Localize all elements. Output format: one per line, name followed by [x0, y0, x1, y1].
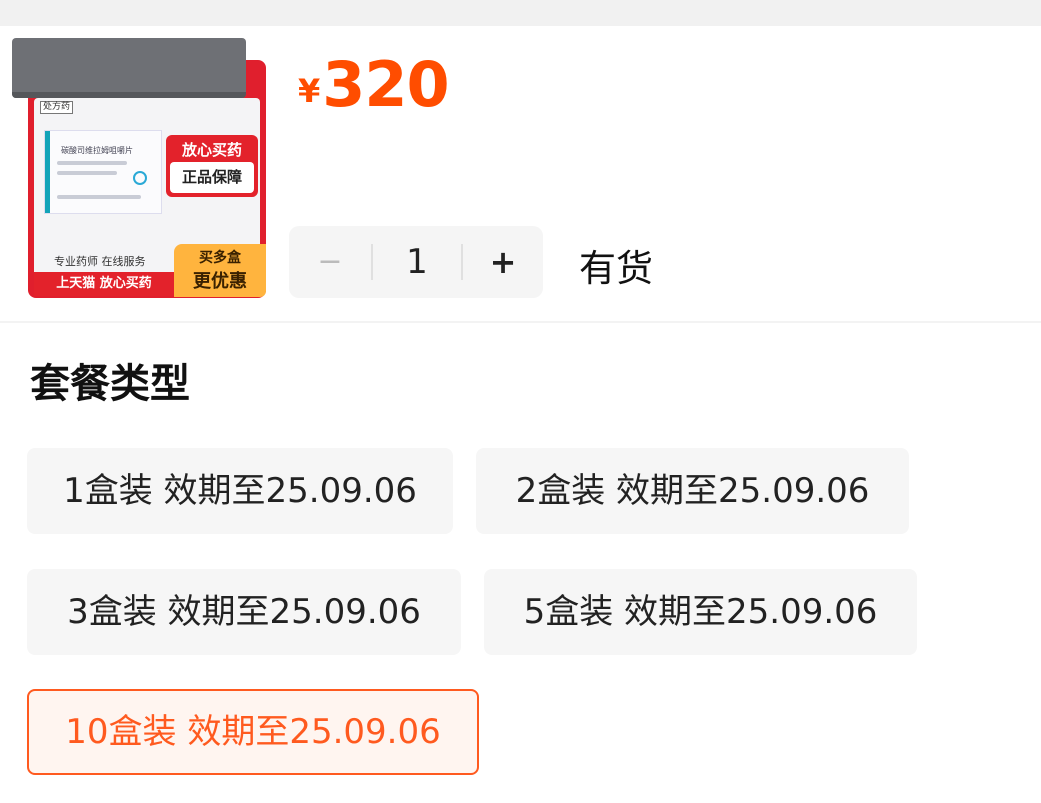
top-strip	[0, 0, 1041, 26]
rx-tag: 处方药	[40, 101, 74, 114]
currency-symbol: ¥	[298, 72, 321, 110]
package-option-1[interactable]: 1盒装 效期至25.09.06	[27, 448, 453, 534]
package-option-3[interactable]: 3盒装 效期至25.09.06	[27, 569, 461, 655]
badge-title: 放心买药	[181, 141, 242, 159]
package-stripe	[45, 131, 50, 213]
price-value: 320	[322, 48, 449, 121]
assurance-badge: 放心买药 正品保障	[166, 135, 258, 197]
redaction-overlay	[12, 38, 246, 98]
package-option-5[interactable]: 5盒装 效期至25.09.06	[484, 569, 917, 655]
drug-package: 碳酸司维拉姆咀嚼片	[44, 130, 162, 214]
package-option-10-selected[interactable]: 10盒装 效期至25.09.06	[27, 689, 479, 775]
tmall-slogan: 上天猫 放心买药	[34, 272, 174, 296]
package-text-line	[57, 161, 127, 165]
section-divider	[0, 321, 1041, 323]
package-type-title: 套餐类型	[30, 361, 190, 407]
quantity-value[interactable]: 1	[373, 226, 461, 298]
price: ¥320	[298, 48, 450, 121]
package-logo-icon	[133, 171, 147, 185]
quantity-stepper: − 1 +	[289, 226, 543, 298]
promo-line-2: 更优惠	[193, 271, 247, 292]
promo-badge: 买多盒 更优惠	[174, 244, 266, 297]
badge-subtitle: 正品保障	[170, 162, 254, 193]
decrease-button[interactable]: −	[289, 226, 371, 298]
package-text-line	[57, 171, 117, 175]
increase-button[interactable]: +	[463, 226, 543, 298]
package-text-line	[57, 195, 141, 199]
stock-status: 有货	[579, 247, 653, 290]
pharmacist-service-text: 专业药师 在线服务	[54, 255, 146, 268]
promo-line-1: 买多盒	[199, 250, 241, 266]
drug-name: 碳酸司维拉姆咀嚼片	[61, 146, 133, 155]
package-option-2[interactable]: 2盒装 效期至25.09.06	[476, 448, 909, 534]
